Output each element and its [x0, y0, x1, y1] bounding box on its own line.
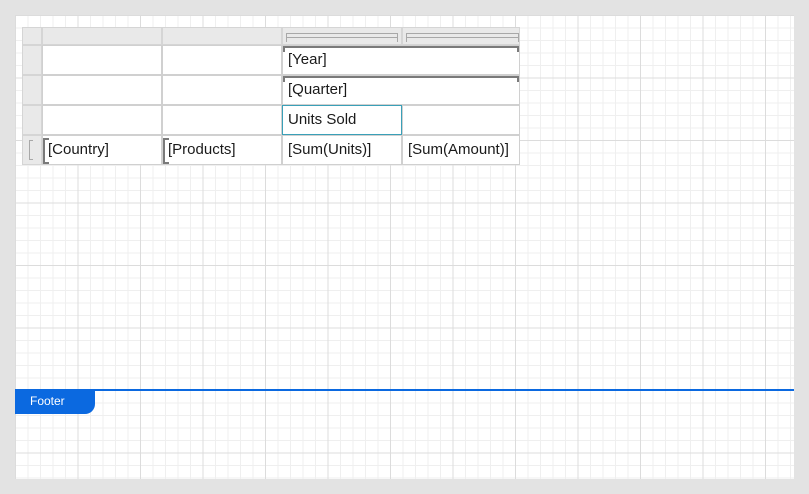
matrix-corner-cell[interactable]	[162, 75, 282, 105]
column-handle-3[interactable]	[282, 27, 402, 45]
row-group-indicator	[29, 140, 33, 160]
matrix-corner-cell[interactable]	[42, 75, 162, 105]
sum-amount-cell[interactable]: [Sum(Amount)]	[402, 135, 520, 165]
column-handle-1[interactable]	[42, 27, 162, 45]
matrix-corner-cell[interactable]	[42, 45, 162, 75]
column-handle-2[interactable]	[162, 27, 282, 45]
column-group-quarter-cell[interactable]: [Quarter]	[282, 75, 520, 105]
matrix-tablix[interactable]: [Year] [Quarter] Units Sold [Country] [P…	[22, 27, 520, 165]
footer-band-tab[interactable]: Footer	[15, 390, 95, 414]
sum-amount-field: [Sum(Amount)]	[408, 141, 509, 158]
row-handle-2[interactable]	[22, 75, 42, 105]
matrix-corner-cell[interactable]	[162, 105, 282, 135]
matrix-corner-cell[interactable]	[42, 105, 162, 135]
country-field: [Country]	[48, 141, 109, 158]
units-sold-label: Units Sold	[288, 111, 357, 128]
products-field: [Products]	[168, 141, 236, 158]
column-group-indicator	[286, 37, 398, 42]
row-handle-4[interactable]	[22, 135, 42, 165]
sum-units-cell[interactable]: [Sum(Units)]	[282, 135, 402, 165]
year-group-label: [Year]	[288, 51, 327, 68]
matrix-corner-cell[interactable]	[162, 45, 282, 75]
row-handle-3[interactable]	[22, 105, 42, 135]
column-handle-4[interactable]	[402, 27, 520, 45]
country-row-group-cell[interactable]: [Country]	[42, 135, 162, 165]
units-sold-header-cell[interactable]: Units Sold	[282, 105, 402, 135]
sum-units-field: [Sum(Units)]	[288, 141, 372, 158]
column-group-indicator	[406, 37, 519, 42]
quarter-group-label: [Quarter]	[288, 81, 348, 98]
products-row-group-cell[interactable]: [Products]	[162, 135, 282, 165]
footer-label: Footer	[30, 394, 65, 408]
column-group-year-cell[interactable]: [Year]	[282, 45, 520, 75]
tablix-corner-handle[interactable]	[22, 27, 42, 45]
header-empty-cell[interactable]	[402, 105, 520, 135]
footer-band-divider[interactable]	[15, 389, 794, 391]
row-handle-1[interactable]	[22, 45, 42, 75]
